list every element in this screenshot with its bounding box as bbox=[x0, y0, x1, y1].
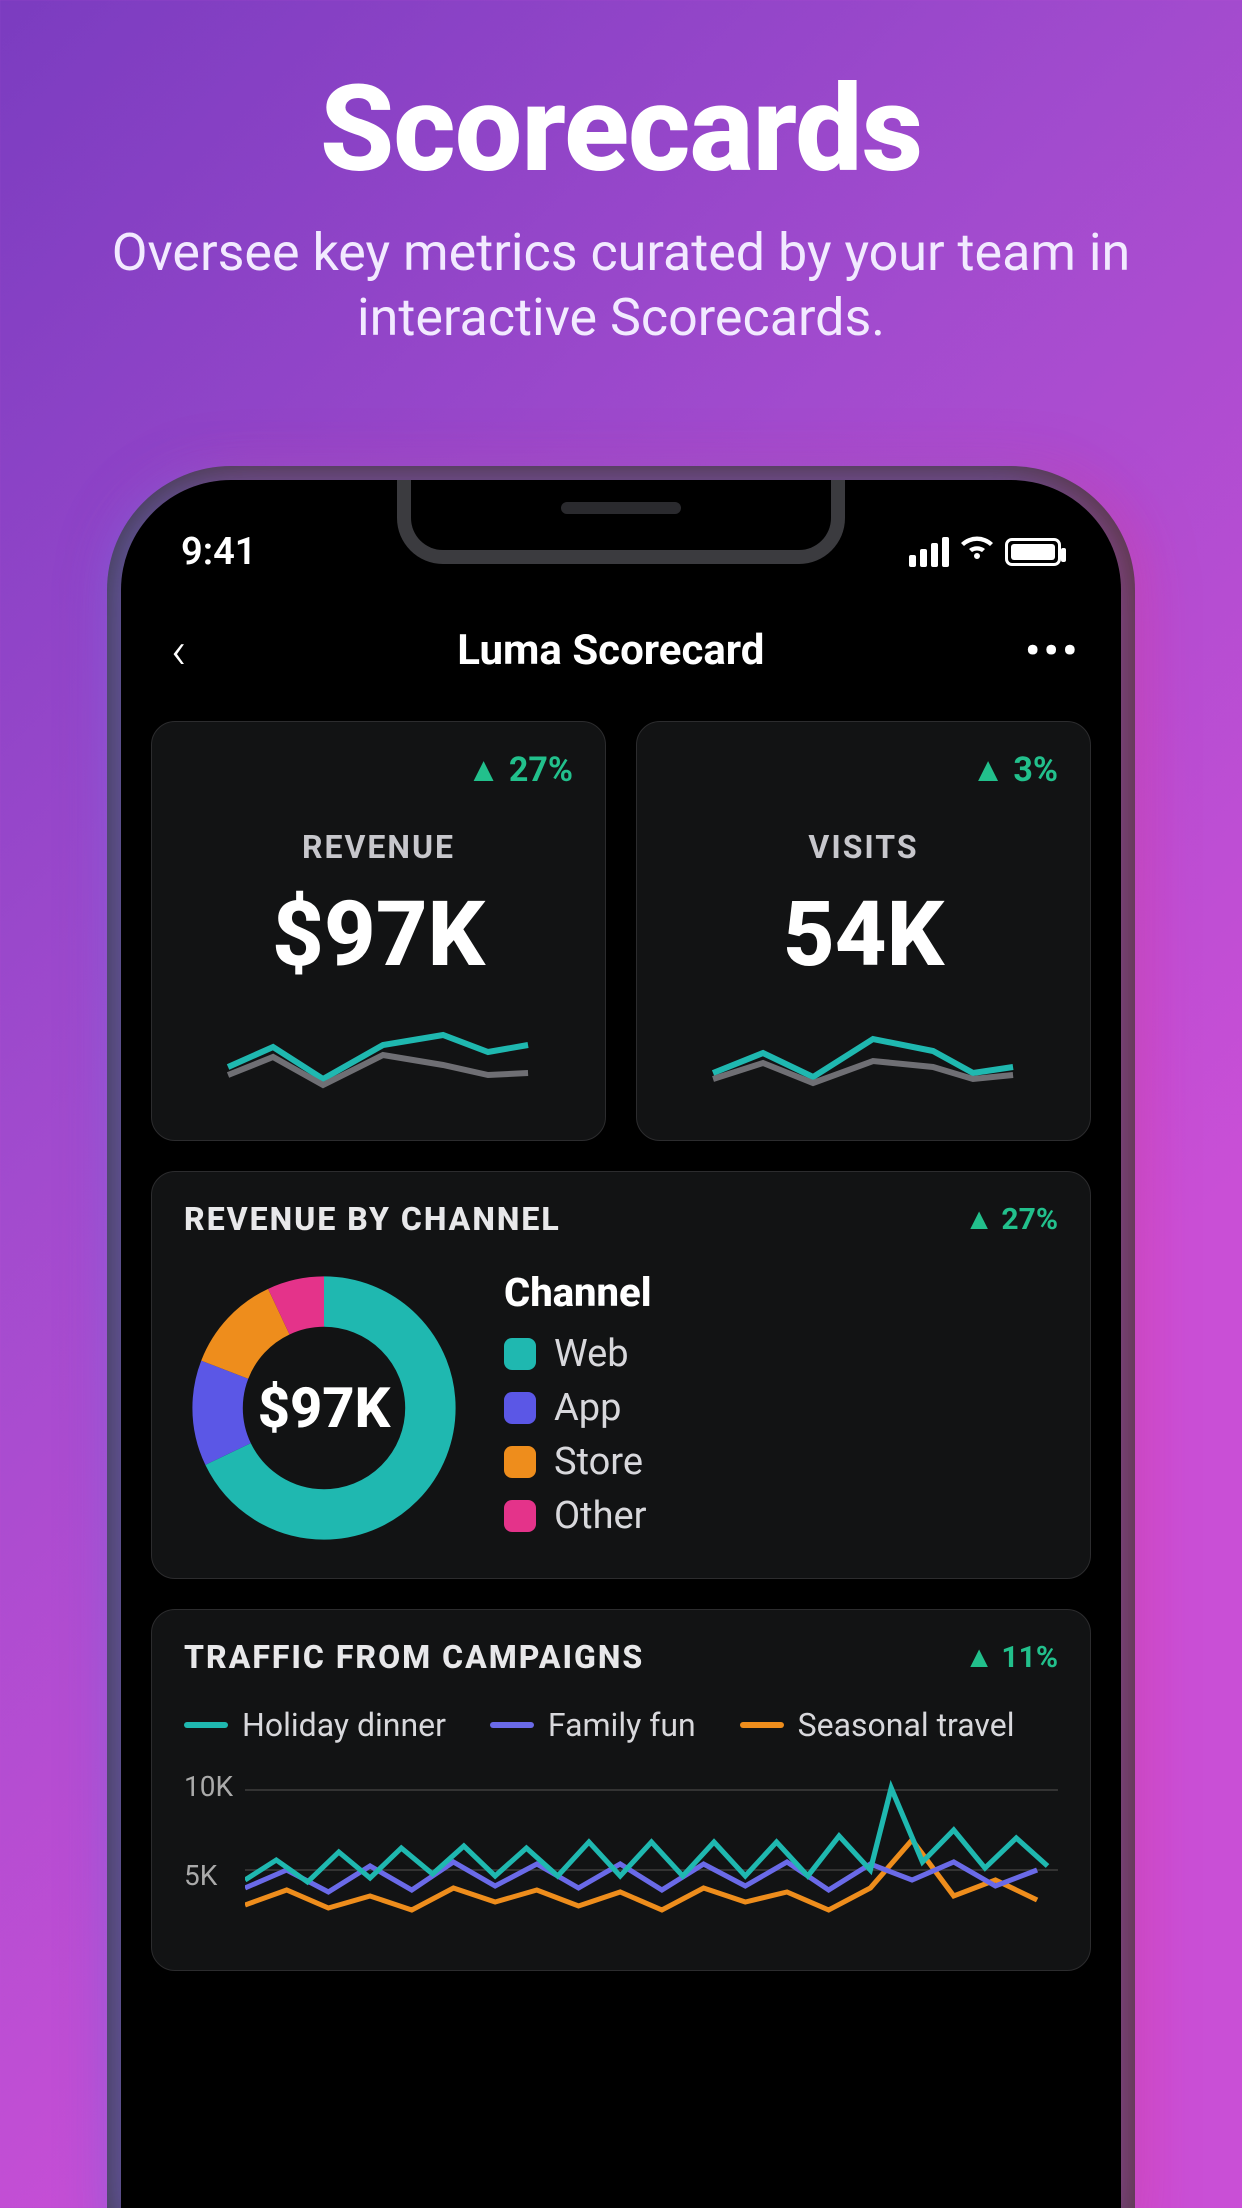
legend-label: Web bbox=[554, 1332, 629, 1376]
revenue-by-channel-card[interactable]: REVENUE BY CHANNEL ▲ 27% $97K bbox=[151, 1171, 1091, 1579]
legend-item: Store bbox=[504, 1440, 652, 1484]
page-title: Luma Scorecard bbox=[457, 626, 764, 675]
series-legend: Holiday dinner Family fun Seasonal trave… bbox=[184, 1706, 1058, 1744]
promo-subtitle: Oversee key metrics curated by your team… bbox=[40, 220, 1202, 350]
more-button[interactable]: ••• bbox=[1025, 627, 1081, 674]
card-title: REVENUE BY CHANNEL bbox=[184, 1200, 561, 1238]
legend-label: Store bbox=[554, 1440, 643, 1484]
series-label: Family fun bbox=[548, 1706, 696, 1744]
traffic-line-chart bbox=[245, 1770, 1058, 1940]
series-color-icon bbox=[184, 1722, 228, 1728]
y-tick: 5K bbox=[184, 1859, 233, 1892]
card-title: TRAFFIC FROM CAMPAIGNS bbox=[184, 1638, 644, 1676]
phone-frame: 9:41 ‹ Luma Scorecard ••• ▲ 27% REVENUE bbox=[121, 480, 1121, 2208]
legend-item: App bbox=[504, 1386, 652, 1430]
swatch-icon bbox=[504, 1338, 536, 1370]
series-color-icon bbox=[490, 1722, 534, 1728]
legend: Channel Web App Store bbox=[504, 1269, 652, 1548]
card-delta: ▲ 27% bbox=[964, 1202, 1058, 1237]
swatch-icon bbox=[504, 1392, 536, 1424]
traffic-card[interactable]: TRAFFIC FROM CAMPAIGNS ▲ 11% Holiday din… bbox=[151, 1609, 1091, 1971]
metric-value: $97K bbox=[184, 882, 573, 987]
wifi-icon bbox=[959, 532, 995, 572]
metric-card-visits[interactable]: ▲ 3% VISITS 54K bbox=[636, 721, 1091, 1141]
metric-label: VISITS bbox=[669, 828, 1058, 866]
series-label: Seasonal travel bbox=[798, 1706, 1015, 1744]
donut-center-value: $97K bbox=[184, 1268, 464, 1548]
nav-bar: ‹ Luma Scorecard ••• bbox=[121, 590, 1121, 721]
back-button[interactable]: ‹ bbox=[161, 620, 197, 681]
legend-label: App bbox=[554, 1386, 621, 1430]
sparkline bbox=[669, 1017, 1058, 1097]
series-item: Family fun bbox=[490, 1706, 696, 1744]
series-color-icon bbox=[740, 1722, 784, 1728]
metric-label: REVENUE bbox=[184, 828, 573, 866]
promo-title: Scorecards bbox=[40, 60, 1202, 200]
y-tick: 10K bbox=[184, 1770, 233, 1803]
legend-item: Web bbox=[504, 1332, 652, 1376]
metric-delta: ▲ 27% bbox=[184, 750, 573, 790]
y-axis-labels: 10K 5K bbox=[184, 1770, 233, 1892]
legend-item: Other bbox=[504, 1494, 652, 1538]
metric-delta: ▲ 3% bbox=[669, 750, 1058, 790]
sparkline bbox=[184, 1017, 573, 1097]
series-item: Holiday dinner bbox=[184, 1706, 446, 1744]
series-label: Holiday dinner bbox=[242, 1706, 446, 1744]
cellular-icon bbox=[909, 537, 949, 567]
metric-card-revenue[interactable]: ▲ 27% REVENUE $97K bbox=[151, 721, 606, 1141]
donut-chart: $97K bbox=[184, 1268, 464, 1548]
phone-notch bbox=[397, 480, 845, 564]
legend-label: Other bbox=[554, 1494, 647, 1538]
promo-header: Scorecards Oversee key metrics curated b… bbox=[0, 0, 1242, 380]
swatch-icon bbox=[504, 1446, 536, 1478]
metric-value: 54K bbox=[669, 882, 1058, 987]
swatch-icon bbox=[504, 1500, 536, 1532]
card-delta: ▲ 11% bbox=[964, 1640, 1058, 1675]
legend-title: Channel bbox=[504, 1269, 652, 1316]
series-item: Seasonal travel bbox=[740, 1706, 1015, 1744]
battery-icon bbox=[1005, 538, 1061, 566]
status-time: 9:41 bbox=[181, 530, 256, 574]
